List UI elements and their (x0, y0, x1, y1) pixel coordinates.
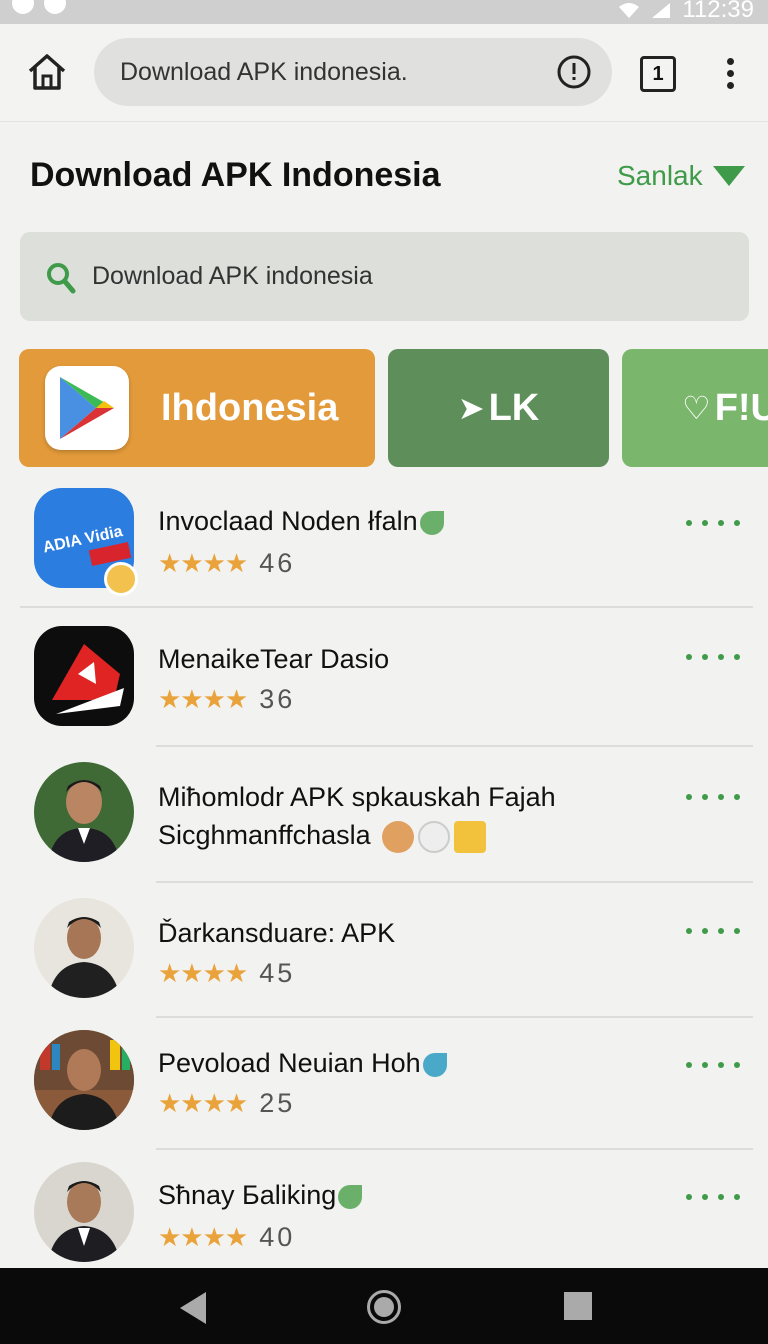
url-text: Download APK indonesia. (120, 58, 408, 86)
app-name: Miħomlodr APK spkauskah Fajah (158, 782, 556, 812)
sort-label: Sanlak (617, 160, 703, 191)
back-icon[interactable] (180, 1292, 206, 1324)
address-bar[interactable]: Download APK indonesia. (94, 38, 612, 106)
star-rating-icon: ★★★★ (158, 548, 248, 579)
navigation-bar (0, 1268, 768, 1344)
avatar-icon (34, 1162, 134, 1262)
category-tile-fiu[interactable]: ♡ F!U (622, 349, 768, 467)
avatar-icon (34, 898, 134, 998)
face-emoji-icon (382, 820, 415, 853)
star-rating-icon: ★★★★ (158, 1088, 248, 1119)
more-options-icon[interactable] (686, 654, 740, 666)
category-tile-lk[interactable]: ➤ LK (388, 349, 609, 467)
app-rating: ★★★★ 46 (158, 548, 295, 579)
category-label: F!U (714, 386, 768, 429)
more-options-icon[interactable] (686, 520, 740, 532)
notification-icon (44, 0, 66, 14)
home-icon[interactable] (26, 52, 68, 92)
status-indicators: 112:39 (618, 0, 754, 24)
more-options-icon[interactable] (686, 1194, 740, 1206)
category-label: Ihdonesia (161, 386, 339, 429)
app-rating: ★★★★ 25 (158, 1088, 295, 1119)
app-subtitle: Sicghmanffchasla (158, 820, 487, 853)
more-options-icon[interactable] (686, 794, 740, 806)
divider (20, 606, 753, 608)
globe-icon (422, 1052, 447, 1077)
category-tile-indonesia[interactable]: Ihdonesia (19, 349, 375, 467)
star-rating-icon: ★★★★ (158, 684, 248, 715)
divider (156, 745, 753, 747)
app-name: MenaikeTear Dasio (158, 644, 390, 674)
chat-icon: ♡ (682, 390, 711, 426)
clock: 112:39 (682, 0, 754, 23)
notification-icon (12, 0, 34, 14)
app-rating: ★★★★ 36 (158, 684, 295, 715)
leaf-icon (419, 510, 444, 535)
app-rating: ★★★★ 45 (158, 958, 295, 989)
star-rating-icon: ★★★★ (158, 1222, 248, 1253)
category-label: LK (488, 386, 540, 429)
wifi-icon (619, 3, 640, 18)
divider (156, 881, 753, 883)
avatar-icon (34, 1030, 134, 1130)
rating-value: 46 (259, 548, 296, 578)
page-title: Download APK Indonesia (30, 156, 441, 194)
play-store-icon (45, 366, 129, 450)
recent-apps-icon[interactable] (564, 1292, 592, 1320)
send-icon: ➤ (457, 390, 485, 426)
more-options-icon[interactable] (686, 1062, 740, 1074)
party-emoji-icon (454, 820, 487, 853)
leaf-icon (338, 1184, 363, 1209)
rating-value: 36 (259, 684, 296, 714)
sort-dropdown[interactable]: Sanlak (617, 160, 745, 192)
chevron-down-icon (712, 166, 745, 186)
divider (156, 1148, 753, 1150)
search-value: Download APK indonesia (92, 262, 373, 290)
signal-icon (652, 3, 671, 18)
search-input[interactable]: Download APK indonesia (20, 232, 749, 321)
overflow-menu-icon[interactable] (722, 54, 738, 94)
info-icon[interactable] (556, 54, 592, 90)
status-bar: 112:39 (0, 0, 768, 24)
home-circle-icon[interactable] (367, 1290, 401, 1324)
search-icon (47, 263, 76, 294)
star-rating-icon: ★★★★ (158, 958, 248, 989)
app-name: Invoclaad Noden łfaln (158, 506, 444, 537)
notification-icons (12, 0, 66, 14)
rating-value: 45 (259, 958, 296, 988)
avatar-icon (34, 762, 134, 862)
app-name: Sħnay Бaliking (158, 1180, 363, 1211)
avatar (104, 562, 138, 596)
tab-count: 1 (652, 62, 664, 85)
browser-toolbar: Download APK indonesia. 1 (0, 24, 768, 122)
app-rating: ★★★★ 40 (158, 1222, 295, 1253)
app-name: Pevoload Neuian Hoh (158, 1048, 447, 1079)
rating-value: 40 (259, 1222, 296, 1252)
more-options-icon[interactable] (686, 928, 740, 940)
divider (156, 1016, 753, 1018)
app-logo-icon (34, 626, 134, 726)
app-name: Ďarkansduare: APK (158, 918, 396, 948)
rating-value: 25 (259, 1088, 296, 1118)
cup-emoji-icon (418, 820, 451, 853)
tab-switcher-button[interactable]: 1 (640, 56, 676, 92)
